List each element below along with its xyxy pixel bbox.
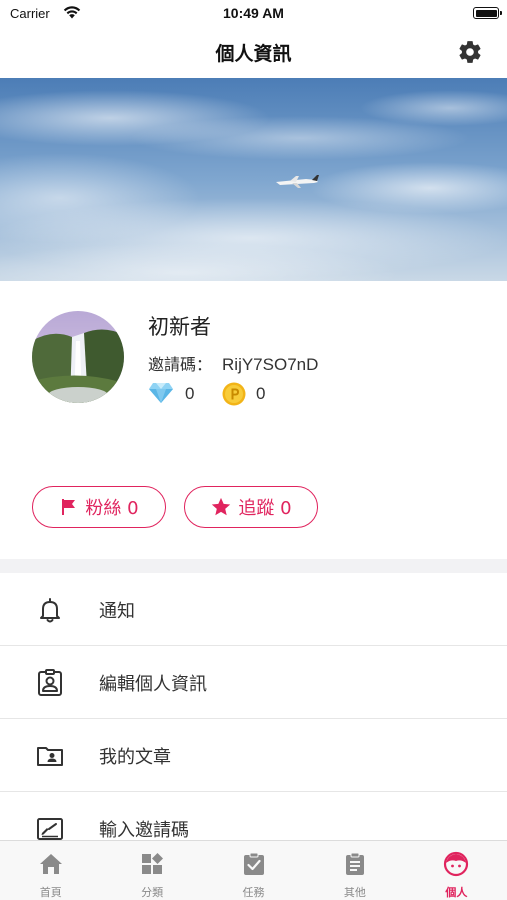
menu-item-notifications[interactable]: 通知 xyxy=(0,573,507,646)
menu-item-edit-profile[interactable]: 編輯個人資訊 xyxy=(0,646,507,719)
profile-screen: Carrier 10:49 AM 個人資訊 初新者 邀請碼： RijY7SO7n… xyxy=(0,0,507,900)
tab-category[interactable]: 分類 xyxy=(101,841,202,900)
bell-icon xyxy=(40,598,60,623)
battery-icon xyxy=(473,7,502,19)
tab-label: 任務 xyxy=(242,886,265,899)
flag-icon xyxy=(62,499,76,515)
id-badge-icon xyxy=(38,669,62,696)
tab-tasks[interactable]: 任務 xyxy=(203,841,304,900)
clock: 10:49 AM xyxy=(223,5,284,21)
status-bar: Carrier 10:49 AM xyxy=(0,0,507,28)
face-icon xyxy=(444,851,469,877)
folder-user-icon xyxy=(37,747,63,766)
tab-label: 個人 xyxy=(445,886,468,899)
cover-banner xyxy=(0,78,507,281)
nav-bar: 個人資訊 xyxy=(0,28,507,78)
invite-code-value: RijY7SO7nD xyxy=(222,355,319,374)
menu-item-label: 輸入邀請碼 xyxy=(99,820,189,841)
follow-button[interactable]: 追蹤 0 xyxy=(184,486,318,528)
fans-label: 粉絲 0 xyxy=(85,498,139,519)
tab-label: 分類 xyxy=(141,886,164,899)
menu-item-label: 我的文章 xyxy=(99,747,171,768)
tab-other[interactable]: 其他 xyxy=(304,841,405,900)
star-icon xyxy=(212,497,231,516)
home-icon xyxy=(39,854,62,874)
tab-home[interactable]: 首頁 xyxy=(0,841,101,900)
category-icon xyxy=(142,853,164,874)
menu-list: 通知 編輯個人資訊 我的文章 輸入邀請碼 xyxy=(0,573,507,865)
menu-item-my-articles[interactable]: 我的文章 xyxy=(0,719,507,792)
profile-card: 初新者 邀請碼： RijY7SO7nD 0 0 粉絲 0 追蹤 0 xyxy=(0,281,507,559)
gear-icon[interactable] xyxy=(457,39,483,65)
diamond-icon xyxy=(149,383,173,403)
diamond-count: 0 xyxy=(185,384,195,403)
username: 初新者 xyxy=(148,315,211,339)
menu-item-label: 編輯個人資訊 xyxy=(99,674,207,695)
menu-item-label: 通知 xyxy=(99,601,135,622)
invite-code-row: 邀請碼： RijY7SO7nD xyxy=(148,351,318,375)
tab-bar: 首頁 分類 任務 其他 個人 xyxy=(0,840,507,900)
invite-code-label: 邀請碼： xyxy=(148,355,213,374)
clipboard-icon xyxy=(345,852,364,875)
sky-airplane-image xyxy=(0,78,507,281)
tab-label: 其他 xyxy=(343,886,366,899)
section-divider xyxy=(0,559,507,573)
page-title: 個人資訊 xyxy=(215,43,292,65)
coin-icon xyxy=(222,382,246,406)
tab-label: 首頁 xyxy=(39,886,62,899)
follow-label: 追蹤 0 xyxy=(238,498,292,519)
coin-count: 0 xyxy=(256,384,266,403)
task-icon xyxy=(243,852,264,875)
avatar[interactable] xyxy=(32,311,124,403)
tab-profile[interactable]: 個人 xyxy=(406,841,507,900)
fans-button[interactable]: 粉絲 0 xyxy=(32,486,166,528)
waterfall-avatar-image xyxy=(32,311,124,403)
